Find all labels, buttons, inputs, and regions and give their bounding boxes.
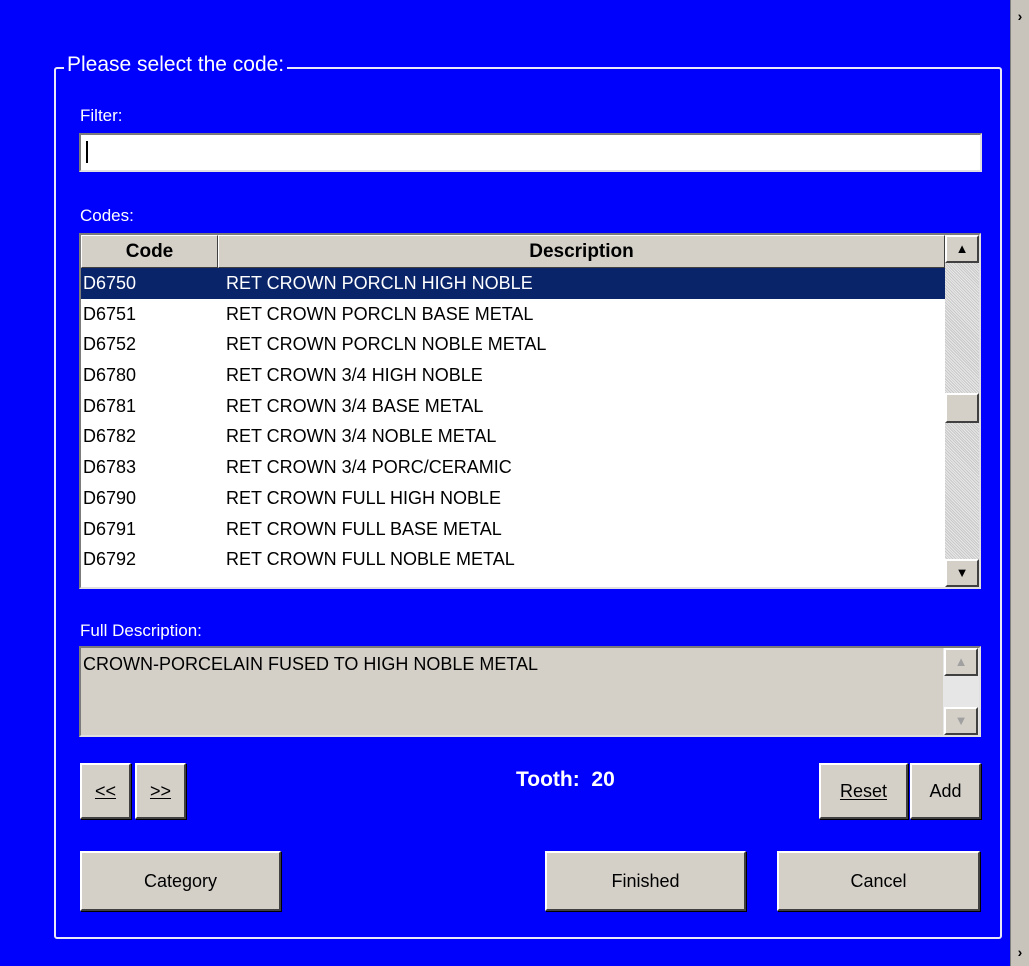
table-row[interactable]: D6792 RET CROWN FULL NOBLE METAL: [81, 544, 945, 575]
filter-input[interactable]: [79, 133, 982, 172]
scroll-up-button[interactable]: ▲: [944, 648, 978, 676]
full-description-scrollbar[interactable]: ▲ ▼: [943, 648, 979, 735]
triangle-up-icon: ▲: [955, 241, 969, 256]
code-cell: D6752: [83, 334, 137, 355]
add-button-label: Add: [929, 780, 962, 801]
previous-button-label: <<: [94, 780, 117, 801]
filter-label: Filter:: [80, 106, 123, 125]
text-caret: [86, 141, 88, 163]
description-cell: RET CROWN FULL HIGH NOBLE: [226, 487, 502, 508]
chevron-right-icon[interactable]: ›: [1012, 944, 1028, 960]
description-cell: RET CROWN 3/4 HIGH NOBLE: [226, 365, 483, 386]
codes-scrollbar[interactable]: ▲ ▼: [945, 235, 979, 587]
codes-list[interactable]: Code Description D6750 RET CROWN PORCLN H…: [79, 233, 981, 589]
column-header-code[interactable]: Code: [81, 235, 218, 268]
scroll-down-button[interactable]: ▼: [945, 559, 979, 587]
code-cell: D6782: [83, 426, 137, 447]
description-cell: RET CROWN PORCLN NOBLE METAL: [226, 334, 547, 355]
table-row[interactable]: D6783 RET CROWN 3/4 PORC/CERAMIC: [81, 452, 945, 483]
triangle-down-icon: ▼: [954, 713, 968, 728]
reset-button-label: Reset: [839, 780, 888, 801]
scroll-down-button[interactable]: ▼: [944, 707, 978, 735]
code-cell: D6791: [83, 518, 137, 539]
full-description-label: Full Description:: [80, 621, 202, 640]
cancel-button[interactable]: Cancel: [777, 851, 980, 911]
category-button[interactable]: Category: [80, 851, 281, 911]
description-cell: RET CROWN FULL NOBLE METAL: [226, 549, 515, 570]
chevron-right-icon[interactable]: ›: [1012, 8, 1028, 24]
codes-list-header: Code Description: [81, 235, 945, 268]
description-cell: RET CROWN 3/4 NOBLE METAL: [226, 426, 497, 447]
window-edge-strip: [1010, 0, 1029, 966]
table-row[interactable]: D6791 RET CROWN FULL BASE METAL: [81, 514, 945, 545]
column-header-description[interactable]: Description: [218, 235, 945, 268]
code-cell: D6792: [83, 549, 137, 570]
reset-button[interactable]: Reset: [819, 763, 908, 819]
codes-list-rows: D6750 RET CROWN PORCLN HIGH NOBLE D6751 RET…: [81, 268, 945, 575]
table-row[interactable]: D6750 RET CROWN PORCLN HIGH NOBLE: [81, 268, 945, 299]
add-button[interactable]: Add: [910, 763, 981, 819]
next-button[interactable]: >>: [135, 763, 186, 819]
cancel-button-label: Cancel: [850, 870, 907, 891]
category-button-label: Category: [143, 870, 218, 891]
tooth-indicator: Tooth: 20: [516, 768, 615, 792]
code-cell: D6780: [83, 365, 137, 386]
finished-button-label: Finished: [611, 870, 680, 891]
description-cell: RET CROWN 3/4 PORC/CERAMIC: [226, 457, 512, 478]
table-row[interactable]: D6752 RET CROWN PORCLN NOBLE METAL: [81, 329, 945, 360]
scrollbar-thumb[interactable]: [945, 393, 979, 423]
triangle-down-icon: ▼: [955, 565, 969, 580]
table-row[interactable]: D6780 RET CROWN 3/4 HIGH NOBLE: [81, 360, 945, 391]
description-cell: RET CROWN FULL BASE METAL: [226, 518, 502, 539]
code-cell: D6751: [83, 303, 137, 324]
codes-label: Codes:: [80, 206, 134, 225]
table-row[interactable]: D6781 RET CROWN 3/4 BASE METAL: [81, 391, 945, 422]
code-cell: D6790: [83, 487, 137, 508]
tooth-value: 20: [591, 768, 615, 791]
description-cell: RET CROWN PORCLN HIGH NOBLE: [226, 273, 533, 293]
code-cell: D6783: [83, 457, 137, 478]
description-cell: RET CROWN PORCLN BASE METAL: [226, 303, 534, 324]
code-cell: D6781: [83, 395, 137, 416]
group-title: Please select the code:: [64, 51, 288, 79]
full-description-box[interactable]: CROWN-PORCELAIN FUSED TO HIGH NOBLE META…: [79, 646, 981, 737]
next-button-label: >>: [149, 780, 172, 801]
table-row[interactable]: D6782 RET CROWN 3/4 NOBLE METAL: [81, 421, 945, 452]
scroll-up-button[interactable]: ▲: [945, 235, 979, 263]
table-row[interactable]: D6751 RET CROWN PORCLN BASE METAL: [81, 299, 945, 330]
description-cell: RET CROWN 3/4 BASE METAL: [226, 395, 484, 416]
finished-button[interactable]: Finished: [545, 851, 746, 911]
code-cell: D6750: [83, 273, 137, 293]
triangle-up-icon: ▲: [954, 654, 968, 669]
full-description-text: CROWN-PORCELAIN FUSED TO HIGH NOBLE META…: [83, 654, 539, 674]
tooth-label: Tooth:: [516, 768, 580, 791]
previous-button[interactable]: <<: [80, 763, 131, 819]
table-row[interactable]: D6790 RET CROWN FULL HIGH NOBLE: [81, 483, 945, 514]
